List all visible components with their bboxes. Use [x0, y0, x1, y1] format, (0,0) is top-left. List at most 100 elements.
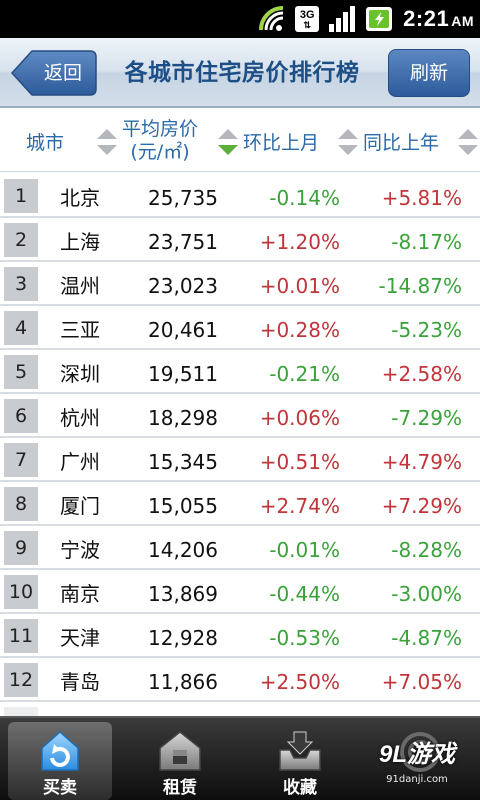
table-row[interactable]: 12 青岛 11,866 +2.50% +7.05%	[0, 660, 480, 702]
table-row[interactable]: 3 温州 23,023 +0.01% -14.87%	[0, 264, 480, 306]
city-name: 上海	[60, 230, 100, 254]
avg-price: 18,298	[148, 406, 218, 430]
yoy-change: -14.87%	[378, 274, 462, 298]
city-name: 厦门	[60, 494, 100, 518]
bottom-tab-bar: 买卖 租赁 收藏 9L游戏 91danji.com	[0, 716, 480, 800]
download-tray-icon	[279, 731, 321, 771]
table-row[interactable]: 13 金华 11,439 +1.54% -10.42%	[0, 704, 480, 716]
avg-price: 14,206	[148, 538, 218, 562]
city-name: 天津	[60, 626, 100, 650]
table-row[interactable]: 8 厦门 15,055 +2.74% +7.29%	[0, 484, 480, 526]
rank-badge: 10	[4, 575, 38, 609]
table-row[interactable]: 1 北京 25,735 -0.14% +5.81%	[0, 176, 480, 218]
yoy-change: -5.23%	[391, 318, 462, 342]
avg-price: 20,461	[148, 318, 218, 342]
mom-change: -0.14%	[269, 186, 340, 210]
mom-change: +1.20%	[259, 230, 340, 254]
clock: 2:21 AM	[403, 6, 474, 32]
price-ranking-list[interactable]: 1 北京 25,735 -0.14% +5.81% 2 上海 23,751 +1…	[0, 176, 480, 716]
yoy-change: +7.05%	[381, 670, 462, 694]
refresh-button[interactable]: 刷新	[388, 49, 470, 97]
city-name: 金华	[60, 704, 100, 716]
table-row[interactable]: 7 广州 15,345 +0.51% +4.79%	[0, 440, 480, 482]
sort-avg-price-icon[interactable]	[95, 126, 119, 158]
avg-price: 25,735	[148, 186, 218, 210]
mom-change: +2.50%	[259, 670, 340, 694]
tab-buy-sell-label: 买卖	[43, 778, 77, 798]
back-button[interactable]: 返回	[10, 49, 98, 97]
avg-price: 13,869	[148, 582, 218, 606]
avg-price: 15,055	[148, 494, 218, 518]
column-avg-price[interactable]: 平均房价 (元/㎡)	[122, 110, 198, 172]
yoy-change: -10.42%	[350, 704, 462, 716]
table-row[interactable]: 10 南京 13,869 -0.44% -3.00%	[0, 572, 480, 614]
table-row[interactable]: 4 三亚 20,461 +0.28% -5.23%	[0, 308, 480, 350]
column-yoy[interactable]: 同比上年	[363, 110, 439, 172]
network-type-label: 3G	[299, 8, 315, 21]
column-city: 城市	[26, 131, 65, 154]
rank-badge: 13	[4, 707, 38, 716]
table-row[interactable]: 2 上海 23,751 +1.20% -8.17%	[0, 220, 480, 262]
watermark-main: 9L游戏	[378, 741, 455, 768]
rank-badge: 11	[4, 619, 38, 653]
city-name: 南京	[60, 582, 100, 606]
yoy-change: -8.28%	[391, 538, 462, 562]
city-name: 青岛	[60, 670, 100, 694]
wifi-signal-icon	[259, 6, 284, 31]
column-avg-price-line2: (元/㎡)	[130, 141, 190, 163]
column-avg-price-line1: 平均房价	[122, 118, 199, 140]
city-name: 宁波	[60, 538, 100, 562]
mom-change: +2.74%	[259, 494, 340, 518]
page-title: 各城市住宅房价排行榜	[124, 60, 360, 86]
rank-badge: 8	[4, 487, 38, 521]
tab-favorites[interactable]: 收藏	[240, 718, 360, 800]
sort-yoy-edge-icon[interactable]	[456, 126, 480, 158]
tab-rental[interactable]: 租赁	[120, 718, 240, 800]
avg-price: 23,023	[148, 274, 218, 298]
yoy-change: +5.81%	[381, 186, 462, 210]
mom-change: +0.51%	[259, 450, 340, 474]
avg-price: 23,751	[148, 230, 218, 254]
rank-badge: 1	[4, 179, 38, 213]
table-row[interactable]: 9 宁波 14,206 -0.01% -8.28%	[0, 528, 480, 570]
city-name: 杭州	[60, 406, 100, 430]
clock-time: 2:21	[403, 6, 450, 31]
city-name: 深圳	[60, 362, 100, 386]
yoy-change: -7.29%	[391, 406, 462, 430]
city-name: 三亚	[60, 318, 100, 342]
status-icons: 3G ⇅ 2:21 AM	[257, 0, 474, 38]
tab-favorites-label: 收藏	[283, 778, 317, 798]
tab-rental-label: 租赁	[163, 778, 197, 798]
cell-signal-icon	[329, 6, 356, 32]
column-mom[interactable]: 环比上月	[243, 110, 319, 172]
table-row[interactable]: 11 天津 12,928 -0.53% -4.87%	[0, 616, 480, 658]
city-name: 北京	[60, 186, 100, 210]
rank-badge: 9	[4, 531, 38, 565]
avg-price: 19,511	[148, 362, 218, 386]
mom-change: -0.44%	[269, 582, 340, 606]
table-row[interactable]: 5 深圳 19,511 -0.21% +2.58%	[0, 352, 480, 394]
battery-icon	[366, 7, 393, 31]
house-icon	[159, 731, 201, 771]
column-header: 城市 平均房价 (元/㎡) 环比上月 同比上年	[0, 110, 480, 172]
city-name: 温州	[60, 274, 100, 298]
tab-buy-sell[interactable]: 买卖	[8, 722, 112, 800]
watermark-sub: 91danji.com	[386, 774, 448, 785]
avg-price: 12,928	[148, 626, 218, 650]
yoy-change: -8.17%	[391, 230, 462, 254]
sort-mom-icon[interactable]	[216, 126, 240, 158]
mom-change: +1.54%	[236, 704, 340, 716]
rank-badge: 12	[4, 663, 38, 697]
site-watermark: 9L游戏 91danji.com	[362, 736, 472, 798]
table-row[interactable]: 6 杭州 18,298 +0.06% -7.29%	[0, 396, 480, 438]
app-screen: 3G ⇅ 2:21 AM 返回 各城市住宅房价排行榜 刷新 城市 平均房价 (元…	[0, 0, 480, 800]
avg-price: 11,866	[148, 670, 218, 694]
mom-change: +0.28%	[259, 318, 340, 342]
avg-price: 11,439	[112, 704, 218, 716]
sort-yoy-icon[interactable]	[336, 126, 360, 158]
network-type-icon: 3G ⇅	[295, 6, 320, 32]
rank-badge: 7	[4, 443, 38, 477]
city-name: 广州	[60, 450, 100, 474]
yoy-change: +4.79%	[381, 450, 462, 474]
refresh-arrow-icon	[41, 730, 79, 771]
